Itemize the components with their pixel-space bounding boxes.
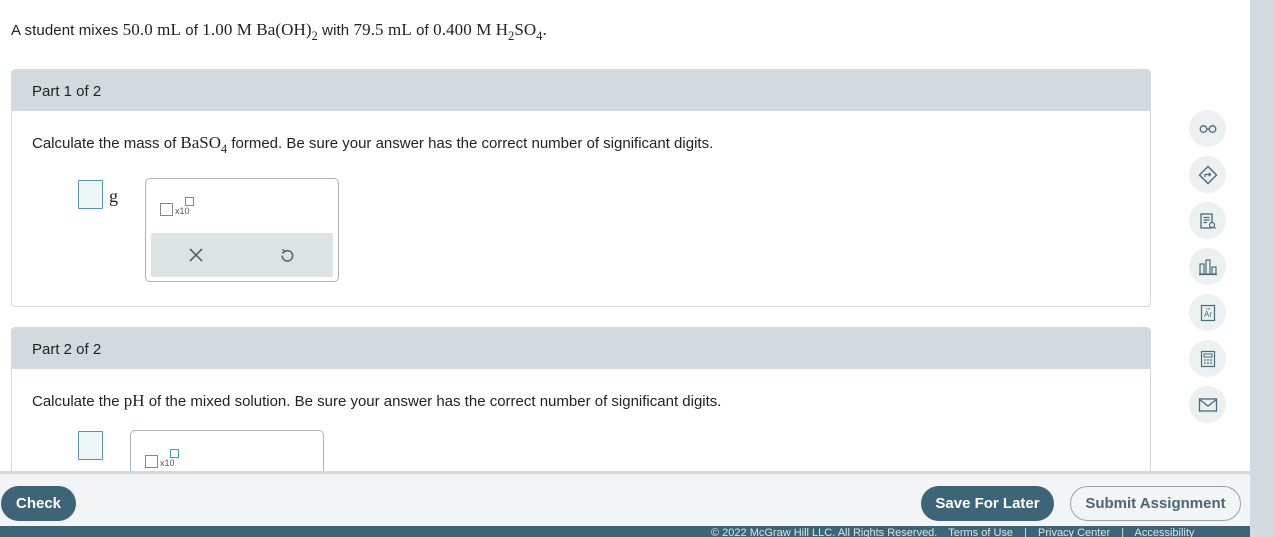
svg-text:Ar: Ar: [1204, 310, 1212, 319]
save-for-later-button[interactable]: Save For Later: [921, 486, 1054, 521]
part-1-prompt-after: formed. Be sure your answer has the corr…: [231, 135, 714, 152]
formula-barium-hydroxide: Ba(OH)2: [256, 20, 318, 42]
sci-exponent-box-icon: [185, 197, 194, 206]
hint-button[interactable]: [1189, 156, 1226, 193]
concentration-1: 1.00 M: [202, 20, 252, 39]
separator-2: |: [1121, 527, 1125, 537]
clear-x-icon: [189, 248, 203, 262]
sci-base-box-icon: [160, 203, 173, 216]
hint-arrow-icon: [1198, 165, 1217, 184]
part-2-title: Part 2 of 2: [32, 341, 102, 358]
part-2-body: Calculate the pH of the mixed solution. …: [12, 369, 1150, 471]
part-2-header: Part 2 of 2: [12, 328, 1150, 369]
svg-text:18: 18: [1205, 306, 1210, 311]
scientific-notation-button[interactable]: x10: [145, 449, 185, 471]
check-button[interactable]: Check: [1, 486, 76, 521]
part-2-panel: Part 2 of 2 Calculate the pH of the mixe…: [11, 327, 1151, 471]
question-intro: A student mixes: [11, 22, 119, 39]
part-1-formula-sub: 4: [221, 141, 228, 156]
scientific-notation-button[interactable]: x10: [160, 197, 200, 219]
part-1-header: Part 1 of 2: [12, 70, 1150, 111]
textbook-button[interactable]: [1189, 202, 1226, 239]
concentration-2: 0.400 M: [433, 20, 492, 39]
part-1-prompt-before: Calculate the mass of: [32, 135, 177, 152]
copyright-text: © 2022 McGraw Hill LLC. All Rights Reser…: [711, 527, 938, 537]
part-1-title: Part 1 of 2: [32, 83, 102, 100]
sci-exponent-box-icon: [170, 449, 179, 458]
part-2-tool-palette: x10: [130, 430, 324, 471]
page-scrollbar[interactable]: [1250, 0, 1274, 537]
sci-x10-label: x10: [175, 206, 190, 216]
accessibility-link[interactable]: Accessibility: [1135, 527, 1195, 537]
formula-1-sub: 2: [311, 28, 318, 43]
part-1-body: Calculate the mass of BaSO4 formed. Be s…: [12, 111, 1150, 306]
with-text: with: [322, 22, 350, 39]
of-text-2: of: [416, 22, 429, 39]
formula-2-h: H: [495, 20, 509, 39]
formula-2-period: .: [542, 20, 547, 39]
part-1-unit: g: [109, 186, 118, 206]
part-2-prompt: Calculate the pH of the mixed solution. …: [32, 391, 721, 411]
volume-1: 50.0 mL: [122, 20, 181, 39]
mail-icon: [1198, 397, 1217, 412]
sci-x10-label: x10: [160, 458, 175, 468]
part-2-prompt-before: Calculate the: [32, 393, 120, 410]
formula-barium-sulfate: BaSO4: [180, 133, 227, 155]
calculator-icon: [1200, 350, 1215, 367]
undo-icon: [281, 248, 294, 262]
part-1-tool-palette: x10: [145, 178, 339, 282]
data-button[interactable]: [1189, 248, 1226, 285]
part-2-answer-input[interactable]: [78, 431, 103, 460]
clear-button[interactable]: [151, 233, 241, 277]
sci-base-box-icon: [145, 455, 158, 468]
formula-1-main: Ba(OH): [256, 20, 312, 39]
separator-1: |: [1024, 527, 1027, 537]
of-text-1: of: [185, 22, 198, 39]
part-1-answer-input[interactable]: [78, 180, 103, 209]
textbook-icon: [1199, 212, 1216, 229]
privacy-link[interactable]: Privacy Center: [1038, 527, 1110, 537]
formula-sulfuric-acid: H2SO4.: [495, 20, 547, 42]
calculator-button[interactable]: [1189, 340, 1226, 377]
submit-assignment-button[interactable]: Submit Assignment: [1070, 486, 1241, 521]
part-1-prompt: Calculate the mass of BaSO4 formed. Be s…: [32, 133, 714, 155]
bar-chart-icon: [1198, 258, 1217, 275]
formula-2-so: SO: [514, 20, 537, 39]
message-button[interactable]: [1189, 386, 1226, 423]
question-statement: A student mixes 50.0 mL of 1.00 M Ba(OH)…: [11, 20, 547, 42]
undo-button[interactable]: [242, 233, 332, 277]
volume-2: 79.5 mL: [353, 20, 412, 39]
periodic-table-icon: Ar18: [1200, 304, 1215, 321]
periodic-table-button[interactable]: Ar 18: [1189, 294, 1226, 331]
terms-link[interactable]: Terms of Use: [948, 527, 1013, 537]
read-mode-button[interactable]: [1189, 110, 1226, 147]
copyright-bar: © 2022 McGraw Hill LLC. All Rights Reser…: [0, 526, 1250, 537]
part-1-formula-main: BaSO: [180, 133, 222, 152]
glasses-icon: [1199, 124, 1216, 133]
part-2-prompt-after: of the mixed solution. Be sure your answ…: [148, 393, 722, 410]
ph-label: pH: [123, 391, 145, 410]
question-scroll-area: A student mixes 50.0 mL of 1.00 M Ba(OH)…: [0, 0, 1250, 471]
part-1-panel: Part 1 of 2 Calculate the mass of BaSO4 …: [11, 69, 1151, 307]
palette-action-row: [151, 233, 333, 277]
